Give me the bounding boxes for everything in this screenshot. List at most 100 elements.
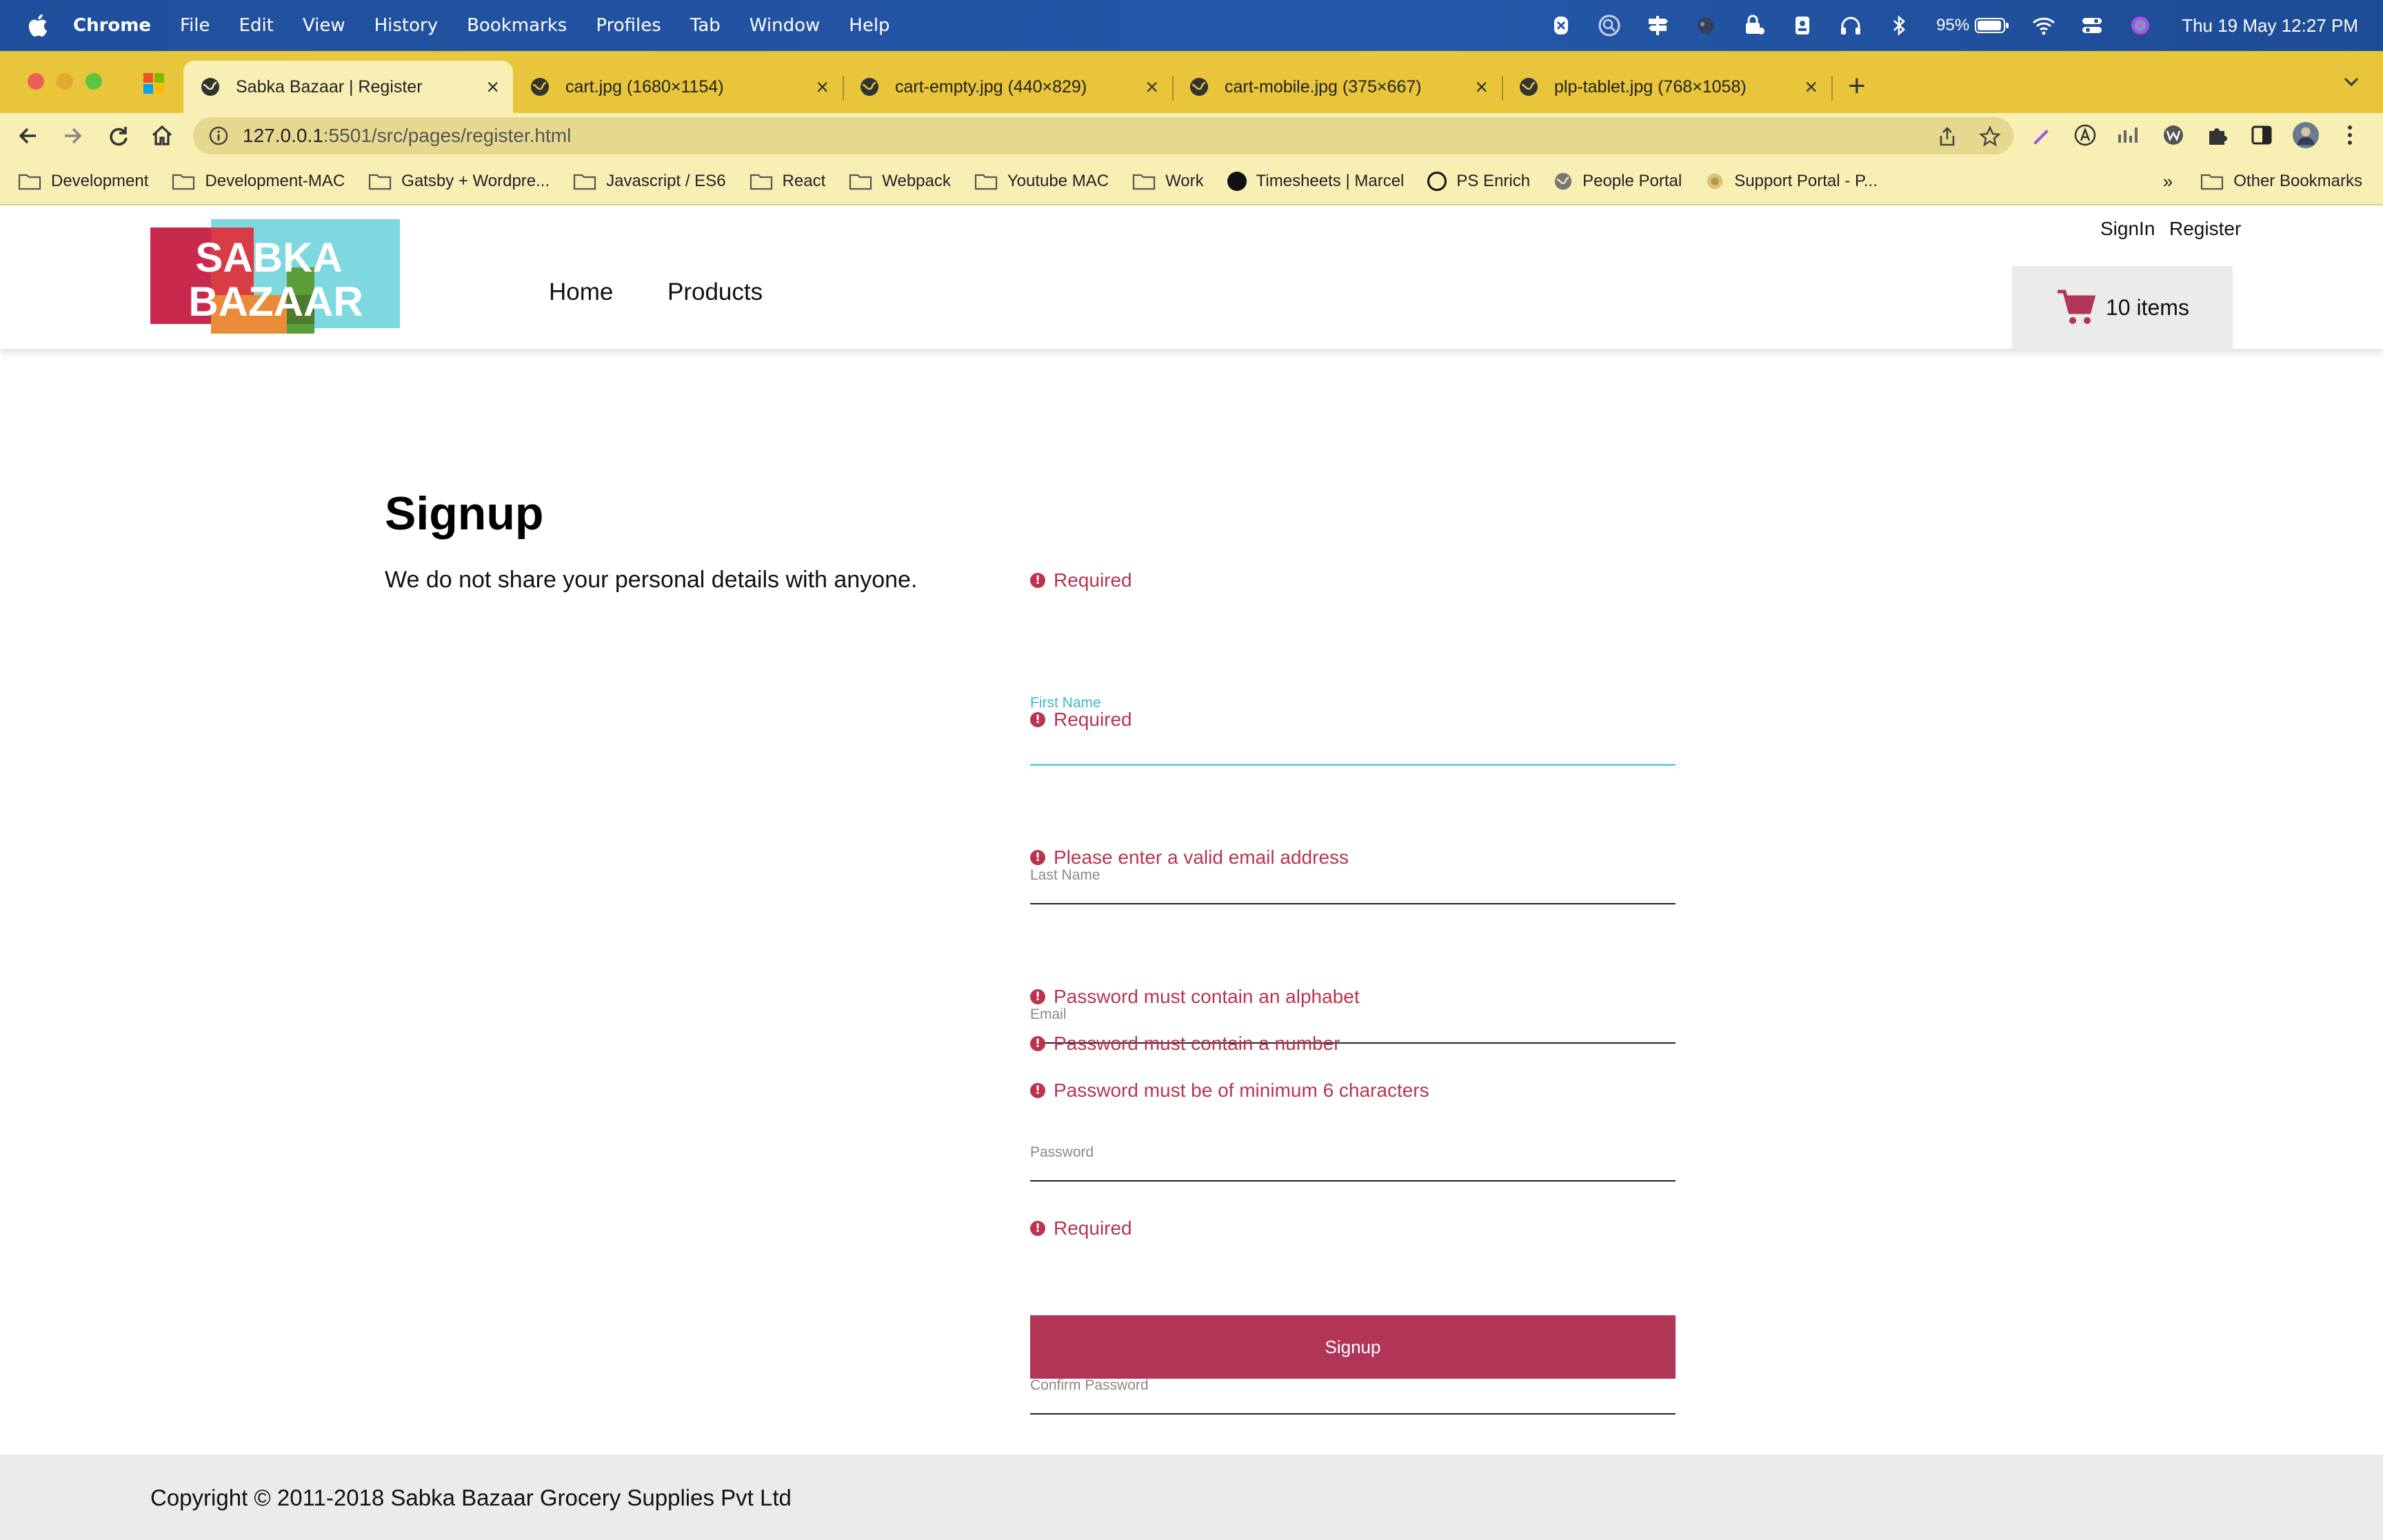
pen-extension-icon[interactable] [2027, 121, 2055, 149]
tab-close-icon[interactable]: × [1804, 74, 1818, 100]
menu-profiles[interactable]: Profiles [596, 15, 661, 36]
chart-extension-icon[interactable] [2115, 121, 2143, 149]
home-icon[interactable] [149, 123, 175, 149]
tab-cart-jpg[interactable]: cart.jpg (1680×1154) × [513, 61, 844, 113]
lock-person-icon[interactable] [1740, 12, 1768, 39]
datetime[interactable]: Thu 19 May 12:27 PM [2182, 15, 2358, 37]
confirm-password-field[interactable]: Confirm Password [1030, 1377, 1676, 1415]
bookmark-gatsby[interactable]: Gatsby + Wordpre... [368, 172, 550, 191]
bookmark-star-icon[interactable] [1979, 125, 2001, 148]
window-minimize-button[interactable] [57, 73, 73, 90]
badge-icon[interactable] [1789, 12, 1816, 39]
profile-avatar[interactable] [2292, 121, 2320, 149]
confirm-password-underline[interactable] [1030, 1413, 1676, 1415]
a-extension-icon[interactable] [2071, 121, 2099, 149]
menu-kebab-icon[interactable] [2336, 121, 2364, 149]
bookmarks-overflow-chevron[interactable]: » [2163, 171, 2173, 192]
menu-tab[interactable]: Tab [690, 15, 721, 36]
menu-window[interactable]: Window [750, 15, 821, 36]
last-name-field[interactable]: Last Name [1030, 867, 1676, 904]
menu-edit[interactable]: Edit [239, 15, 274, 36]
tab-cart-empty-jpg[interactable]: cart-empty.jpg (440×829) × [843, 61, 1174, 113]
menu-app-name[interactable]: Chrome [73, 15, 151, 36]
tab-search-chevron-icon[interactable] [2342, 72, 2361, 91]
confirm-password-label: Confirm Password [1030, 1377, 1149, 1393]
sabka-bazaar-logo[interactable]: SABKA BAZAAR [150, 219, 400, 334]
cart-button[interactable]: 10 items [2012, 266, 2233, 349]
password-field[interactable]: Password [1030, 1144, 1676, 1182]
tab-close-icon[interactable]: × [816, 74, 829, 100]
globe-icon [1520, 78, 1538, 96]
side-panel-icon[interactable] [2248, 121, 2275, 149]
nav-products-link[interactable]: Products [667, 278, 763, 306]
globe-icon [201, 78, 219, 96]
bookmark-other-bookmarks[interactable]: Other Bookmarks [2200, 172, 2362, 191]
tab-close-icon[interactable]: × [1475, 74, 1488, 100]
bookmark-development[interactable]: Development [18, 172, 148, 191]
globe-icon [1190, 78, 1208, 96]
tab-close-icon[interactable]: × [486, 74, 499, 100]
search-status-icon[interactable] [1596, 12, 1623, 39]
share-icon[interactable] [1936, 125, 1958, 148]
menu-view[interactable]: View [303, 15, 345, 36]
forward-arrow-icon[interactable] [59, 123, 86, 149]
menu-help[interactable]: Help [849, 15, 889, 36]
tab-plp-tablet-jpg[interactable]: plp-tablet.jpg (768×1058) × [1502, 61, 1833, 113]
menu-file[interactable]: File [180, 15, 210, 36]
tab-close-icon[interactable]: × [1145, 74, 1158, 100]
window-zoom-button[interactable] [86, 73, 102, 90]
headphones-icon[interactable] [1837, 12, 1864, 39]
bookmark-development-mac[interactable]: Development-MAC [172, 172, 345, 191]
puzzle-extension-icon[interactable] [2204, 121, 2231, 149]
apple-logo-icon[interactable] [26, 12, 52, 39]
bookmark-ps-enrich[interactable]: PS Enrich [1427, 172, 1530, 191]
password-error-alphabet: ! Password must contain an alphabet [1030, 986, 1360, 1008]
tab-title: cart.jpg (1680×1154) [565, 77, 724, 97]
bug-icon[interactable] [1547, 12, 1575, 39]
bookmark-label: People Portal [1582, 172, 1682, 190]
back-arrow-icon[interactable] [15, 123, 41, 149]
tab-register[interactable]: Sabka Bazaar | Register × [183, 61, 513, 113]
bookmark-youtube-mac[interactable]: Youtube MAC [974, 172, 1109, 191]
address-bar[interactable]: 127.0.0.1:5501/src/pages/register.html [193, 117, 2013, 154]
signpost-icon[interactable] [1644, 12, 1671, 39]
password-underline[interactable] [1030, 1180, 1676, 1182]
register-link[interactable]: Register [2169, 218, 2241, 240]
signup-button[interactable]: Signup [1030, 1315, 1676, 1379]
tab-cart-mobile-jpg[interactable]: cart-mobile.jpg (375×667) × [1172, 61, 1503, 113]
bookmark-people-portal[interactable]: People Portal [1554, 172, 1682, 191]
first-name-underline[interactable] [1030, 764, 1676, 766]
mask-icon[interactable] [1692, 12, 1720, 39]
site-footer: Copyright © 2011-2018 Sabka Bazaar Groce… [0, 1455, 2383, 1540]
error-text: Password must be of minimum 6 characters [1054, 1080, 1429, 1101]
url-path: :5501/src/pages/register.html [323, 125, 572, 146]
siri-icon[interactable] [2126, 12, 2154, 39]
nav-home-link[interactable]: Home [549, 278, 613, 306]
url-host: 127.0.0.1 [243, 125, 323, 146]
menu-history[interactable]: History [374, 15, 439, 36]
wappalyzer-extension-icon[interactable] [2160, 121, 2187, 149]
battery-icon[interactable] [1975, 12, 2009, 39]
bluetooth-icon[interactable] [1885, 12, 1913, 39]
error-text: Required [1054, 1217, 1132, 1239]
signin-link[interactable]: SignIn [2100, 218, 2155, 240]
folder-icon [750, 174, 772, 190]
last-name-underline[interactable] [1030, 903, 1676, 904]
bookmark-webpack[interactable]: Webpack [849, 172, 951, 191]
bookmark-work[interactable]: Work [1132, 172, 1204, 191]
email-label: Email [1030, 1006, 1067, 1022]
bookmark-javascript[interactable]: Javascript / ES6 [573, 172, 726, 191]
new-tab-button[interactable]: + [1848, 69, 1866, 103]
site-info-icon[interactable] [208, 125, 229, 146]
globe-icon [1554, 172, 1572, 190]
bookmark-support-portal[interactable]: Support Portal - P... [1705, 172, 1878, 191]
reload-icon[interactable] [105, 123, 131, 149]
control-center-icon[interactable] [2078, 12, 2106, 39]
bookmark-react[interactable]: React [750, 172, 825, 191]
wifi-icon[interactable] [2030, 12, 2058, 39]
window-close-button[interactable] [28, 73, 44, 90]
menu-bookmarks[interactable]: Bookmarks [467, 15, 567, 36]
microsoft-logo-icon[interactable] [143, 73, 164, 94]
bookmark-timesheets[interactable]: Timesheets | Marcel [1227, 172, 1404, 191]
globe-icon [861, 78, 878, 96]
